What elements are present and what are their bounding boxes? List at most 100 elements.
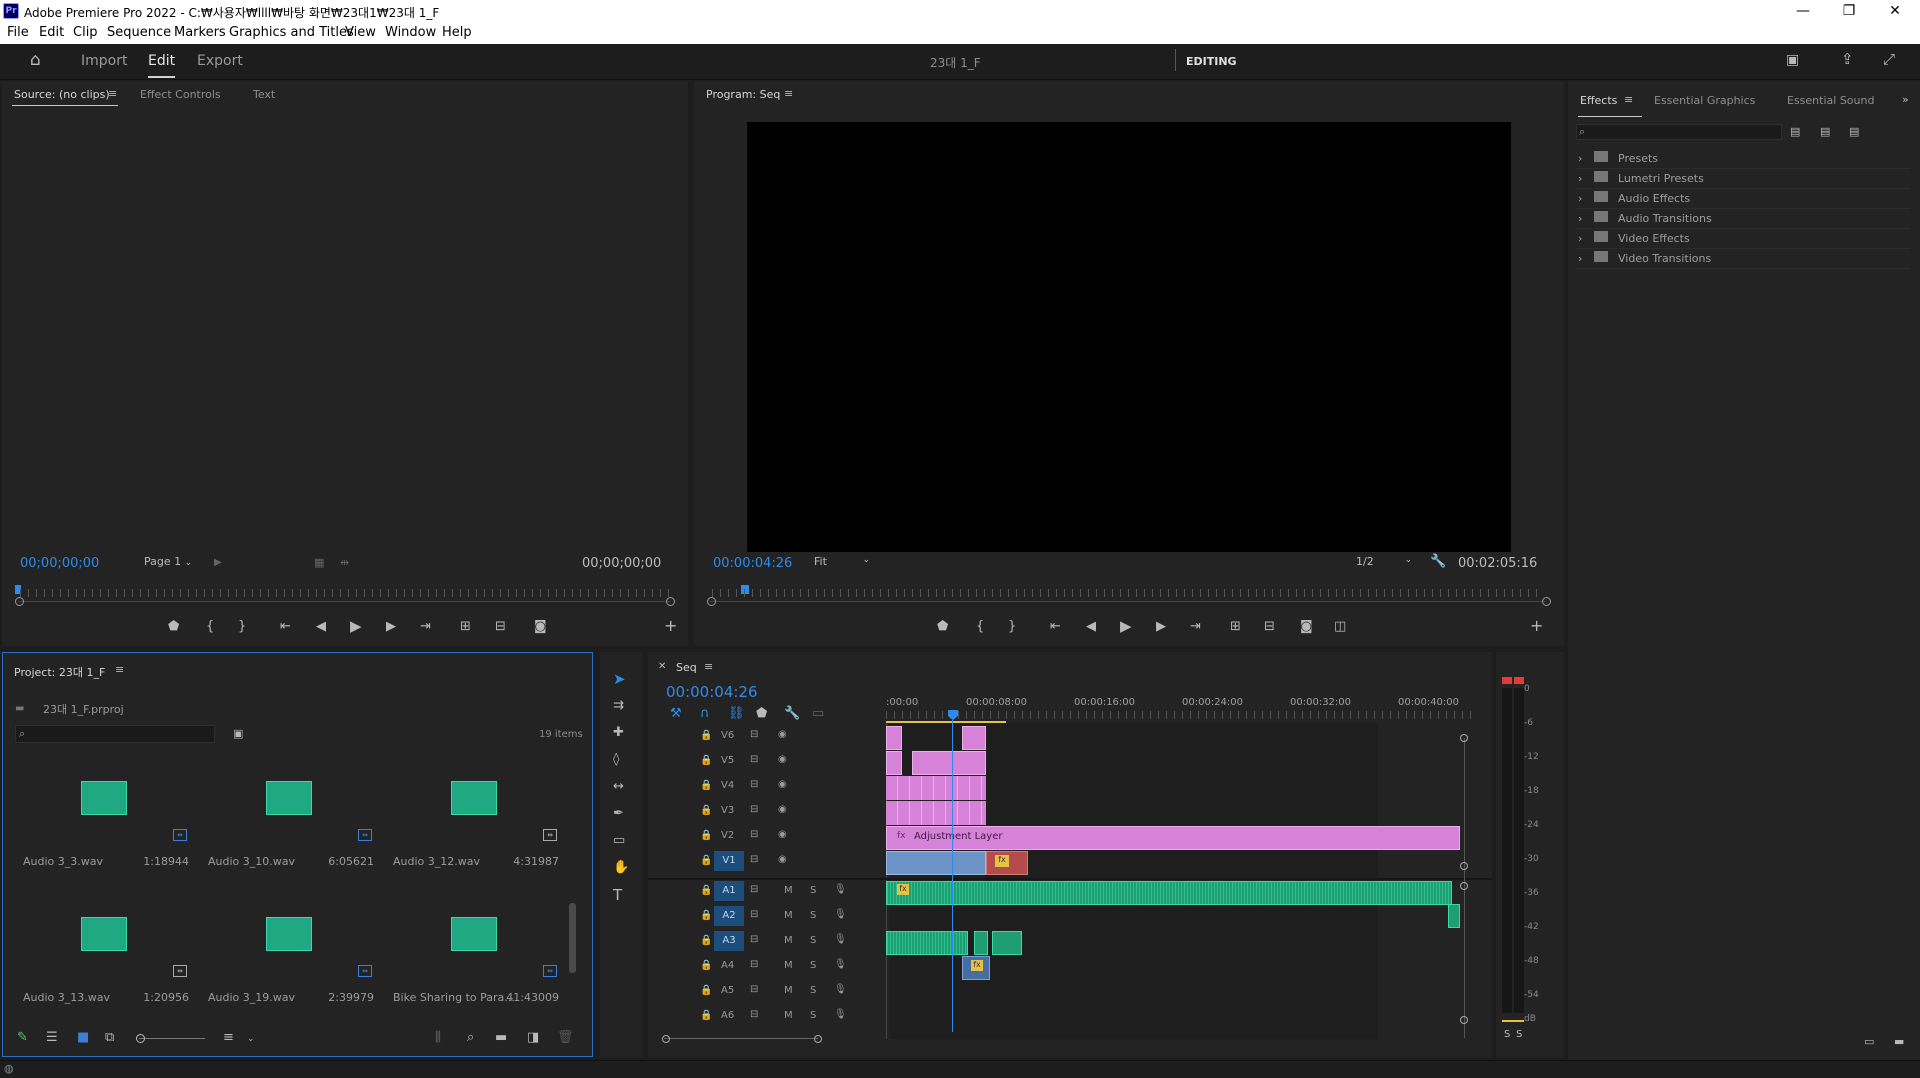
microphone-icon[interactable]: 🎙 bbox=[834, 1009, 847, 1020]
video-clip[interactable] bbox=[912, 751, 986, 775]
program-zoom-bar[interactable] bbox=[710, 601, 1546, 602]
step-forward-icon[interactable]: ▶ bbox=[1156, 620, 1166, 634]
source-timecode-current[interactable]: 00;00;00;00 bbox=[20, 556, 99, 571]
mute-button[interactable]: M bbox=[784, 885, 793, 896]
mark-out-icon[interactable]: } bbox=[238, 620, 246, 634]
lock-icon[interactable]: 🔒 bbox=[700, 985, 712, 996]
quick-export-icon[interactable]: ▣ bbox=[1786, 53, 1799, 67]
effects-folder-video-effects[interactable]: › Video Effects bbox=[1576, 230, 1910, 249]
panel-menu-icon[interactable]: ≡ bbox=[108, 87, 117, 101]
audio-clip[interactable] bbox=[974, 931, 988, 955]
nest-icon[interactable]: ⚒ bbox=[670, 707, 682, 721]
tab-essential-sound[interactable]: Essential Sound bbox=[1787, 94, 1874, 107]
mark-out-icon[interactable]: } bbox=[1008, 620, 1016, 634]
menu-clip[interactable]: Clip bbox=[73, 25, 98, 40]
yuv-effects-icon[interactable]: ▤ bbox=[1849, 125, 1859, 139]
lock-icon[interactable]: 🔒 bbox=[700, 830, 712, 841]
sync-lock-icon[interactable]: ⊟ bbox=[750, 754, 758, 765]
insert-icon[interactable]: ⊞ bbox=[460, 620, 471, 634]
effects-folder-presets[interactable]: › Presets bbox=[1576, 150, 1910, 169]
timeline-timecode[interactable]: 00:00:04:26 bbox=[666, 683, 758, 701]
rectangle-tool-icon[interactable]: ▭ bbox=[613, 834, 625, 848]
step-back-icon[interactable]: ◀ bbox=[1086, 620, 1096, 634]
microphone-icon[interactable]: 🎙 bbox=[834, 884, 847, 895]
effects-folder-lumetri-presets[interactable]: › Lumetri Presets bbox=[1576, 170, 1910, 189]
timeline-zoom-bar[interactable] bbox=[664, 1038, 818, 1039]
add-marker-icon[interactable]: ⬟ bbox=[937, 620, 948, 634]
track-header-a6[interactable]: 🔒 A6 ⊟ M S 🎙 bbox=[650, 1005, 885, 1029]
button-editor-icon[interactable]: + bbox=[664, 618, 677, 634]
lock-icon[interactable]: 🔒 bbox=[700, 960, 712, 971]
lock-icon[interactable]: 🔒 bbox=[700, 730, 712, 741]
source-time-ruler[interactable] bbox=[20, 589, 670, 597]
linked-selection-icon[interactable]: ⛓ bbox=[728, 707, 745, 721]
maximize-button[interactable]: ❐ bbox=[1826, 0, 1872, 22]
menu-sequence[interactable]: Sequence bbox=[107, 25, 171, 40]
freeform-view-icon[interactable]: ⧉ bbox=[105, 1031, 114, 1045]
tab-text[interactable]: Text bbox=[253, 88, 275, 101]
new-bin-icon[interactable]: ▬ bbox=[495, 1031, 507, 1045]
source-settings-icon[interactable]: ▦ bbox=[314, 556, 324, 570]
eye-icon[interactable]: ◉ bbox=[778, 779, 787, 790]
solo-right-button[interactable]: S bbox=[1516, 1029, 1522, 1040]
eye-icon[interactable]: ◉ bbox=[778, 854, 787, 865]
vscroll-handle-mid[interactable] bbox=[1460, 862, 1468, 870]
program-video-frame[interactable] bbox=[747, 122, 1511, 552]
effects-search-input[interactable]: ⌕ bbox=[1576, 124, 1782, 140]
next-page-icon[interactable]: ▶ bbox=[214, 556, 222, 570]
project-search-input[interactable]: ⌕ bbox=[15, 725, 215, 743]
home-icon[interactable]: ⌂ bbox=[30, 52, 41, 69]
vscroll-handle-top[interactable] bbox=[1460, 734, 1468, 742]
overwrite-icon[interactable]: ⊟ bbox=[495, 620, 506, 634]
solo-button[interactable]: S bbox=[810, 960, 816, 971]
snap-icon[interactable]: ∩ bbox=[700, 707, 710, 721]
menu-help[interactable]: Help bbox=[442, 25, 472, 40]
solo-button[interactable]: S bbox=[810, 910, 816, 921]
microphone-icon[interactable]: 🎙 bbox=[834, 909, 847, 920]
mute-button[interactable]: M bbox=[784, 910, 793, 921]
sync-lock-icon[interactable]: ⊟ bbox=[750, 779, 758, 790]
timeline-time-ruler[interactable] bbox=[886, 711, 1476, 719]
track-header-a3[interactable]: 🔒 A3 ⊟ M S 🎙 bbox=[650, 930, 885, 954]
video-clip-v1[interactable]: fx bbox=[986, 851, 1028, 875]
lock-icon[interactable]: 🔒 bbox=[700, 805, 712, 816]
vscroll-handle-a[interactable] bbox=[1460, 882, 1468, 890]
eye-icon[interactable]: ◉ bbox=[778, 829, 787, 840]
zoom-handle-right[interactable] bbox=[666, 597, 675, 606]
video-clip[interactable] bbox=[886, 776, 986, 800]
tab-export[interactable]: Export bbox=[197, 53, 243, 69]
microphone-icon[interactable]: 🎙 bbox=[834, 984, 847, 995]
audio-clip[interactable] bbox=[992, 931, 1022, 955]
sync-lock-icon[interactable]: ⊟ bbox=[750, 959, 758, 970]
project-item[interactable]: ⇹ Audio 3_19.wav 2:39979 bbox=[200, 887, 384, 1022]
tab-effect-controls[interactable]: Effect Controls bbox=[140, 88, 221, 101]
track-header-v1[interactable]: 🔒 V1 ⊟ ◉ bbox=[650, 850, 885, 874]
zoom-slider[interactable] bbox=[139, 1038, 205, 1039]
clip-indicator-right[interactable] bbox=[1514, 677, 1524, 684]
tab-sequence[interactable]: Seq bbox=[676, 661, 697, 674]
track-select-tool-icon[interactable]: ⇉ bbox=[613, 699, 624, 713]
mark-in-icon[interactable]: { bbox=[976, 620, 984, 634]
sync-lock-icon[interactable]: ⊟ bbox=[750, 854, 758, 865]
timeline-zoom-handle-right[interactable] bbox=[814, 1035, 822, 1043]
lock-icon[interactable]: 🔒 bbox=[700, 910, 712, 921]
tab-import[interactable]: Import bbox=[81, 53, 127, 69]
step-forward-icon[interactable]: ▶ bbox=[386, 620, 396, 634]
sync-lock-icon[interactable]: ⊟ bbox=[750, 984, 758, 995]
lock-icon[interactable]: 🔒 bbox=[700, 1010, 712, 1021]
mark-in-icon[interactable]: { bbox=[206, 620, 214, 634]
tab-source[interactable]: Source: (no clips) bbox=[14, 88, 110, 101]
video-clip-v1[interactable] bbox=[886, 851, 986, 875]
project-item[interactable]: ⇹ Audio 3_12.wav 4:31987 bbox=[385, 751, 569, 886]
accelerated-effects-icon[interactable]: ▤ bbox=[1790, 125, 1800, 139]
button-editor-icon[interactable]: + bbox=[1530, 618, 1543, 634]
track-header-a1[interactable]: 🔒 A1 ⊟ M S 🎙 bbox=[650, 880, 885, 904]
mute-button[interactable]: M bbox=[784, 960, 793, 971]
go-to-in-icon[interactable]: ⇤ bbox=[1050, 620, 1061, 634]
tab-essential-graphics[interactable]: Essential Graphics bbox=[1654, 94, 1755, 107]
sync-lock-icon[interactable]: ⊟ bbox=[750, 804, 758, 815]
effects-folder-audio-effects[interactable]: › Audio Effects bbox=[1576, 190, 1910, 209]
eye-icon[interactable]: ◉ bbox=[778, 754, 787, 765]
sync-lock-icon[interactable]: ⊟ bbox=[750, 829, 758, 840]
track-header-v4[interactable]: 🔒 V4 ⊟ ◉ bbox=[650, 775, 885, 799]
